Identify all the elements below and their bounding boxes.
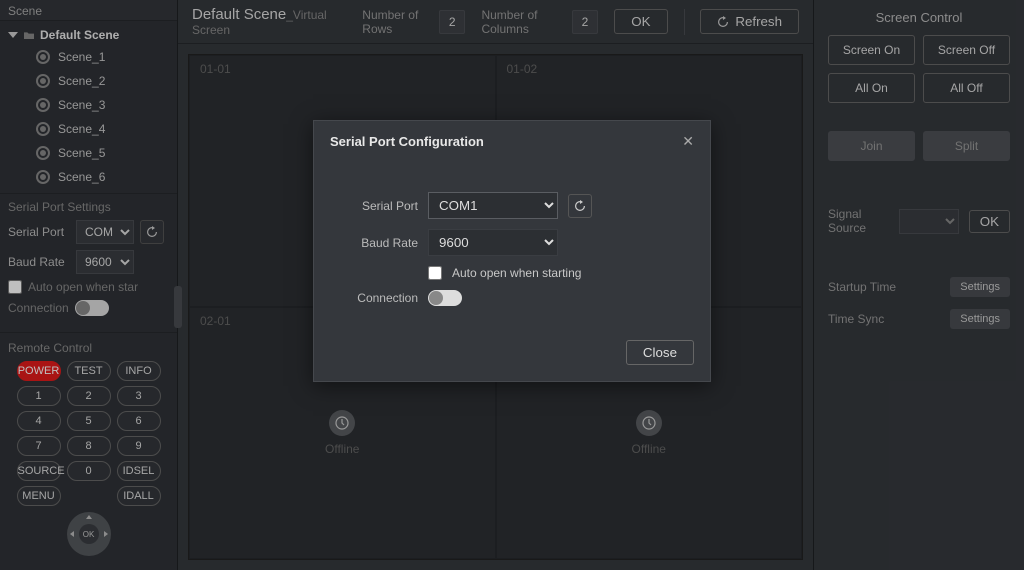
modal-serial-select[interactable]: COM1 bbox=[428, 192, 558, 219]
modal-overlay: Serial Port Configuration ✕ Serial Port … bbox=[0, 0, 1024, 570]
modal-refresh-icon[interactable] bbox=[568, 194, 592, 218]
modal-auto-open-label: Auto open when starting bbox=[452, 266, 581, 280]
modal-title: Serial Port Configuration bbox=[330, 134, 484, 149]
modal-serial-label: Serial Port bbox=[338, 199, 418, 213]
modal-connection-toggle[interactable] bbox=[428, 290, 462, 306]
modal-baud-label: Baud Rate bbox=[338, 236, 418, 250]
modal-auto-open-checkbox[interactable] bbox=[428, 266, 442, 280]
modal-close-button[interactable]: Close bbox=[626, 340, 694, 365]
serial-config-modal: Serial Port Configuration ✕ Serial Port … bbox=[313, 120, 711, 382]
modal-connection-label: Connection bbox=[338, 291, 418, 305]
modal-baud-select[interactable]: 9600 bbox=[428, 229, 558, 256]
close-icon[interactable]: ✕ bbox=[682, 133, 694, 150]
